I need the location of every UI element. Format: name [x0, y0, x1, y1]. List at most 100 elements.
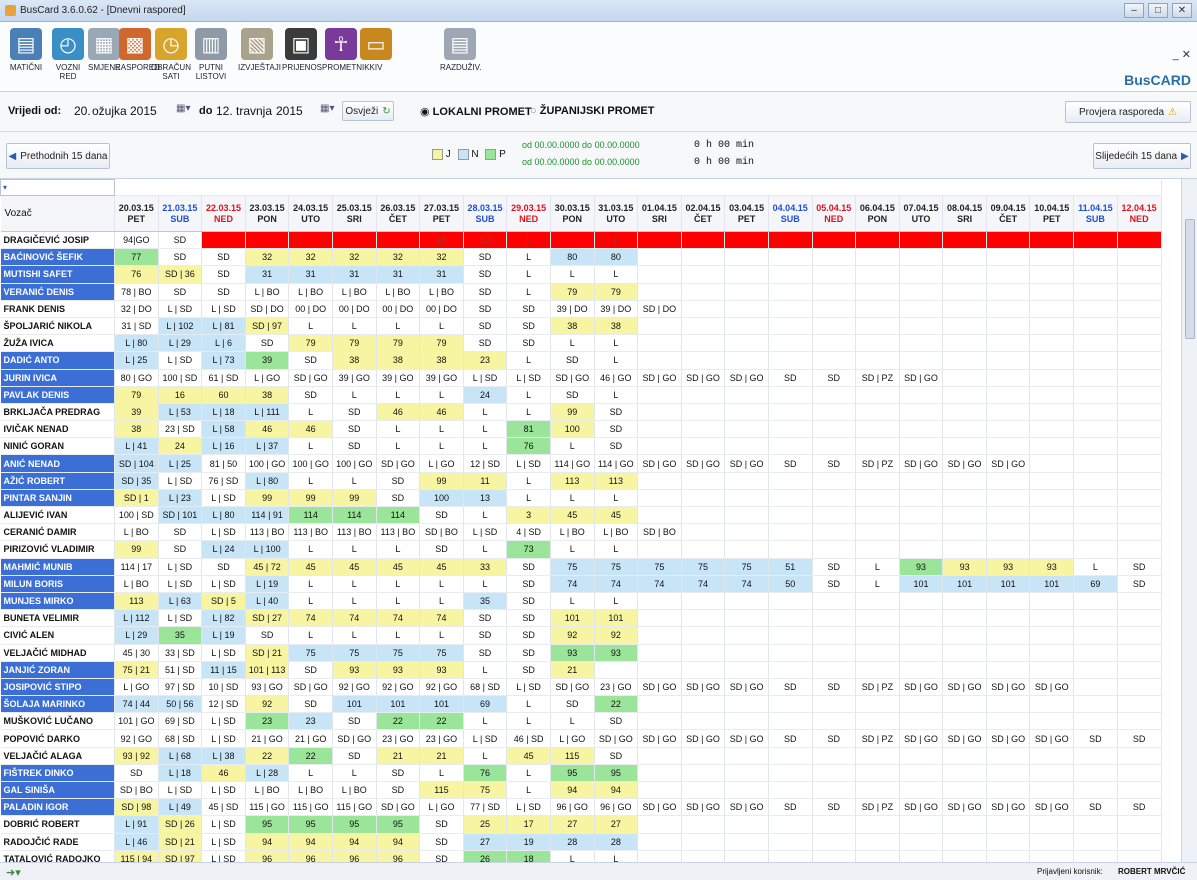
schedule-cell[interactable]: [681, 747, 726, 765]
schedule-cell[interactable]: [855, 437, 900, 456]
schedule-cell[interactable]: L: [594, 540, 639, 559]
schedule-cell[interactable]: L: [550, 489, 595, 508]
schedule-cell[interactable]: SD | PZ: [855, 729, 900, 748]
schedule-cell[interactable]: [1029, 695, 1075, 714]
schedule-cell[interactable]: SD | GO: [942, 454, 987, 473]
schedule-cell[interactable]: [637, 781, 682, 800]
schedule-cell[interactable]: [768, 403, 813, 422]
schedule-cell[interactable]: 3: [506, 506, 551, 525]
schedule-cell[interactable]: [288, 231, 333, 250]
schedule-cell[interactable]: [812, 472, 857, 490]
schedule-cell[interactable]: 96 | GO: [550, 798, 595, 817]
schedule-cell[interactable]: SD: [463, 248, 508, 267]
schedule-cell[interactable]: SD: [1117, 798, 1162, 817]
filter-cell[interactable]: ▾: [0, 179, 115, 196]
schedule-cell[interactable]: [1117, 764, 1162, 783]
schedule-cell[interactable]: SD: [419, 850, 464, 862]
schedule-cell[interactable]: 115: [550, 747, 595, 765]
schedule-cell[interactable]: [1117, 300, 1162, 318]
schedule-cell[interactable]: [681, 489, 726, 508]
schedule-cell[interactable]: [1029, 523, 1075, 542]
schedule-cell[interactable]: [1117, 386, 1162, 404]
schedule-cell[interactable]: [986, 540, 1031, 559]
schedule-cell[interactable]: L | BO: [114, 523, 159, 542]
schedule-cell[interactable]: 45: [332, 558, 377, 576]
schedule-cell[interactable]: [899, 626, 944, 645]
day-column-header[interactable]: 21.03.15 SUB: [158, 195, 203, 232]
schedule-cell[interactable]: 93 | 92: [114, 747, 159, 765]
schedule-cell[interactable]: L | SD: [158, 351, 203, 370]
schedule-cell[interactable]: 28: [419, 231, 464, 250]
schedule-cell[interactable]: [768, 523, 813, 542]
schedule-cell[interactable]: [201, 231, 246, 250]
schedule-cell[interactable]: 22: [376, 712, 421, 731]
schedule-cell[interactable]: 00 | DO: [288, 300, 333, 318]
schedule-cell[interactable]: L | 19: [201, 626, 246, 645]
schedule-cell[interactable]: [855, 712, 900, 731]
schedule-cell[interactable]: [724, 815, 769, 834]
schedule-cell[interactable]: L: [288, 437, 333, 456]
schedule-cell[interactable]: 93: [986, 558, 1031, 576]
schedule-cell[interactable]: [1029, 712, 1075, 731]
to-day[interactable]: 12.: [216, 104, 233, 118]
schedule-cell[interactable]: 26: [463, 850, 508, 862]
schedule-cell[interactable]: SD: [332, 420, 377, 439]
schedule-cell[interactable]: 96 | GO: [594, 798, 639, 817]
schedule-cell[interactable]: [724, 283, 769, 301]
schedule-cell[interactable]: [550, 231, 595, 250]
schedule-cell[interactable]: L | BO: [288, 781, 333, 800]
day-column-header[interactable]: 06.04.15 PON: [855, 195, 900, 232]
schedule-cell[interactable]: 22: [245, 747, 290, 765]
schedule-cell[interactable]: [986, 592, 1031, 611]
from-day[interactable]: 20.: [74, 104, 91, 118]
schedule-cell[interactable]: [812, 850, 857, 862]
schedule-cell[interactable]: 101: [332, 695, 377, 714]
schedule-cell[interactable]: [681, 850, 726, 862]
schedule-cell[interactable]: [855, 540, 900, 559]
schedule-cell[interactable]: SD | GO: [637, 369, 682, 387]
schedule-cell[interactable]: [768, 764, 813, 783]
schedule-cell[interactable]: [899, 850, 944, 862]
schedule-cell[interactable]: [768, 351, 813, 370]
schedule-cell[interactable]: [1073, 231, 1118, 250]
schedule-cell[interactable]: SD: [419, 833, 464, 851]
schedule-cell[interactable]: [1073, 523, 1118, 542]
schedule-cell[interactable]: 31: [288, 265, 333, 284]
schedule-cell[interactable]: 61 | SD: [201, 369, 246, 387]
schedule-cell[interactable]: 101: [594, 609, 639, 628]
schedule-cell[interactable]: [855, 644, 900, 662]
schedule-cell[interactable]: [1073, 351, 1118, 370]
schedule-cell[interactable]: [942, 231, 987, 250]
schedule-cell[interactable]: [855, 815, 900, 834]
schedule-cell[interactable]: [1117, 420, 1162, 439]
schedule-cell[interactable]: SD: [506, 317, 551, 336]
schedule-cell[interactable]: [637, 472, 682, 490]
schedule-cell[interactable]: [1117, 265, 1162, 284]
schedule-cell[interactable]: 95: [376, 815, 421, 834]
schedule-cell[interactable]: L | 81: [201, 317, 246, 336]
schedule-cell[interactable]: 45 | 30: [114, 644, 159, 662]
schedule-cell[interactable]: [1029, 265, 1075, 284]
schedule-cell[interactable]: 23 | GO: [376, 729, 421, 748]
schedule-cell[interactable]: L: [506, 248, 551, 267]
schedule-cell[interactable]: SD: [419, 506, 464, 525]
schedule-cell[interactable]: SD: [594, 747, 639, 765]
schedule-cell[interactable]: [681, 231, 726, 250]
schedule-cell[interactable]: [899, 334, 944, 353]
schedule-cell[interactable]: SD | GO: [724, 678, 769, 697]
schedule-cell[interactable]: SD: [114, 764, 159, 783]
schedule-cell[interactable]: L: [332, 626, 377, 645]
schedule-cell[interactable]: [1029, 437, 1075, 456]
schedule-cell[interactable]: 46: [245, 420, 290, 439]
schedule-cell[interactable]: SD: [288, 695, 333, 714]
schedule-cell[interactable]: L | 29: [114, 626, 159, 645]
schedule-cell[interactable]: 38: [332, 351, 377, 370]
schedule-cell[interactable]: L: [550, 712, 595, 731]
schedule-cell[interactable]: [812, 644, 857, 662]
schedule-cell[interactable]: 27: [550, 815, 595, 834]
day-column-header[interactable]: 11.04.15 SUB: [1073, 195, 1118, 232]
schedule-cell[interactable]: SD | GO: [376, 454, 421, 473]
schedule-cell[interactable]: 93: [550, 644, 595, 662]
schedule-cell[interactable]: [942, 712, 987, 731]
schedule-cell[interactable]: [724, 351, 769, 370]
